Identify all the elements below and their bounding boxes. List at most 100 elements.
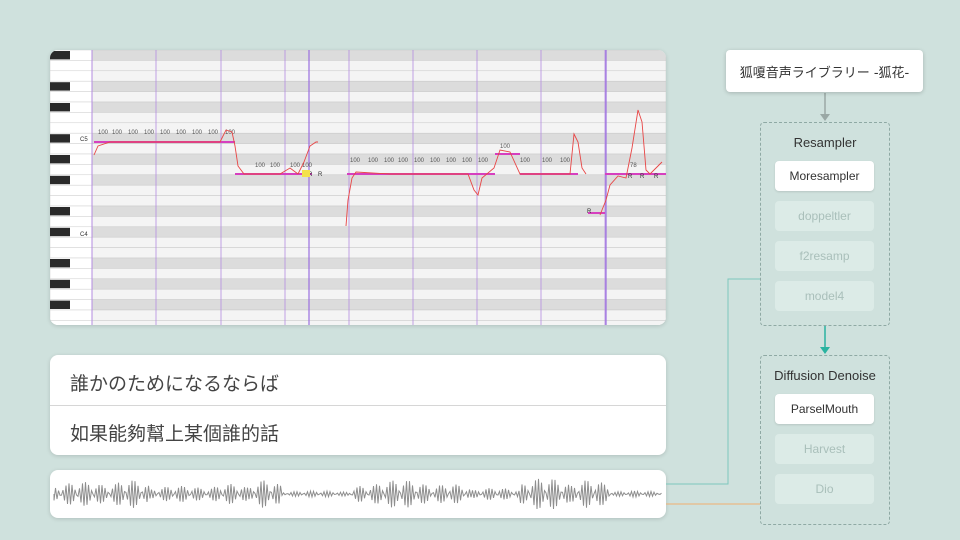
resampler-group: Resampler Moresampler doppeltler f2resam… bbox=[760, 122, 890, 326]
resampler-option-f2resamp[interactable]: f2resamp bbox=[775, 241, 874, 271]
grid-row bbox=[91, 184, 666, 196]
voicebank-name: 狐嗄音声ライブラリー -狐花- bbox=[739, 65, 910, 81]
note-velocity: 100 bbox=[128, 130, 139, 136]
piano-white-key bbox=[50, 268, 93, 280]
octave-label-c5: C5 bbox=[80, 137, 88, 143]
waveform-to-resampler-connector bbox=[666, 278, 760, 485]
piano-black-key bbox=[50, 134, 70, 143]
note-velocity: 100 bbox=[430, 158, 441, 164]
grid-row bbox=[91, 195, 666, 207]
piano-black-key bbox=[50, 259, 70, 268]
note-velocity: 100 bbox=[255, 163, 266, 169]
resampler-option-doppeltler[interactable]: doppeltler bbox=[775, 201, 874, 231]
note-velocity: 100 bbox=[414, 158, 425, 164]
piano-white-key bbox=[50, 60, 93, 72]
grid-row bbox=[91, 268, 666, 280]
note-velocity: 100 bbox=[446, 158, 457, 164]
piano-white-key bbox=[50, 195, 93, 207]
note-velocity: 100 bbox=[398, 158, 409, 164]
note-velocity: 100 bbox=[560, 158, 571, 164]
grid-row bbox=[91, 216, 666, 228]
rest-marker: R bbox=[640, 174, 645, 180]
note-velocity: 100 bbox=[384, 158, 395, 164]
note-velocity-alt: 78 bbox=[630, 163, 637, 169]
note-velocity: 100 bbox=[208, 130, 219, 136]
note-velocity: 100 bbox=[520, 158, 531, 164]
piano-black-key bbox=[50, 207, 70, 216]
octave-label-c4: C4 bbox=[80, 232, 88, 238]
piano-white-key bbox=[50, 164, 93, 176]
grid-row bbox=[91, 309, 666, 321]
denoise-option-harvest[interactable]: Harvest bbox=[775, 434, 874, 464]
resampler-option-model4[interactable]: model4 bbox=[775, 281, 874, 311]
voicebank-arrow-head bbox=[820, 114, 830, 121]
grid-row bbox=[91, 299, 666, 311]
piano-black-key bbox=[50, 103, 70, 112]
grid-row bbox=[91, 257, 666, 269]
piano-black-key bbox=[50, 155, 70, 164]
lyrics-japanese: 誰かのためになるならば bbox=[70, 373, 280, 395]
piano-white-key bbox=[50, 122, 93, 134]
grid-row bbox=[91, 91, 666, 103]
resampler-title: Resampler bbox=[793, 135, 857, 150]
note-velocity: 100 bbox=[368, 158, 379, 164]
waveform bbox=[53, 478, 662, 510]
denoise-group: Diffusion Denoise ParselMouth Harvest Di… bbox=[760, 355, 890, 525]
piano-white-key bbox=[50, 247, 93, 259]
piano-white-key bbox=[50, 143, 93, 155]
grid-row bbox=[91, 50, 666, 61]
grid-row bbox=[91, 112, 666, 124]
note-velocity: 100 bbox=[302, 163, 313, 169]
note-velocity: 100 bbox=[500, 144, 511, 150]
piano-black-key bbox=[50, 175, 70, 185]
grid-row bbox=[91, 101, 666, 113]
grid-row bbox=[91, 236, 666, 248]
piano-black-key bbox=[50, 279, 70, 289]
note-velocity: 100 bbox=[225, 130, 236, 136]
note-velocity: 100 bbox=[542, 158, 553, 164]
piano-white-key bbox=[50, 216, 93, 228]
rest-marker: R bbox=[654, 174, 659, 180]
resampler-option-moresampler[interactable]: Moresampler bbox=[775, 161, 874, 191]
voicebank-box[interactable]: 狐嗄音声ライブラリー -狐花- bbox=[726, 50, 923, 92]
piano-white-key bbox=[50, 236, 93, 248]
note-velocity: 100 bbox=[350, 158, 361, 164]
note-velocity: 100 bbox=[176, 130, 187, 136]
grid-row bbox=[91, 80, 666, 92]
denoise-option-dio[interactable]: Dio bbox=[775, 474, 874, 504]
grid-row bbox=[91, 278, 666, 290]
denoise-option-parselmouth[interactable]: ParselMouth bbox=[775, 394, 874, 424]
piano-black-key bbox=[50, 227, 70, 237]
note-velocity: 100 bbox=[270, 163, 281, 169]
piano-roll[interactable]: C5 C4 100 100 100 100 100 100 100 100 100 100 100 100… bbox=[50, 50, 666, 325]
piano-white-key bbox=[50, 112, 93, 124]
grid-row bbox=[91, 174, 666, 186]
note-velocity: 100 bbox=[478, 158, 489, 164]
note-velocity: 100 bbox=[160, 130, 171, 136]
piano-black-key bbox=[50, 51, 70, 60]
note-velocity: 100 bbox=[144, 130, 155, 136]
grid-row bbox=[91, 70, 666, 82]
rest-marker: R bbox=[628, 174, 633, 180]
grid-row bbox=[91, 205, 666, 217]
piano-white-key bbox=[50, 70, 93, 82]
piano-white-key bbox=[50, 320, 93, 325]
piano-black-key bbox=[50, 300, 70, 309]
grid-row bbox=[91, 320, 666, 325]
piano-white-key bbox=[50, 184, 93, 196]
grid-row bbox=[91, 288, 666, 300]
lyrics-divider bbox=[50, 405, 666, 406]
lyrics-chinese: 如果能夠幫上某個誰的話 bbox=[70, 423, 280, 445]
note-velocity: 100 bbox=[98, 130, 109, 136]
grid-row bbox=[91, 247, 666, 259]
waveform-path bbox=[53, 478, 662, 510]
rest-marker: R bbox=[318, 172, 323, 178]
note-velocity: 100 bbox=[192, 130, 203, 136]
piano-white-key bbox=[50, 91, 93, 103]
rest-marker: R bbox=[587, 209, 592, 215]
grid-row bbox=[91, 226, 666, 238]
piano-roll-canvas[interactable]: C5C4100 100 100 100 100 100 100 100 100100 100 100… bbox=[50, 50, 666, 325]
waveform-panel bbox=[50, 470, 666, 518]
note-velocity: 100 bbox=[290, 163, 301, 169]
lyrics-panel: 誰かのためになるならば 如果能夠幫上某個誰的話 bbox=[50, 355, 666, 455]
